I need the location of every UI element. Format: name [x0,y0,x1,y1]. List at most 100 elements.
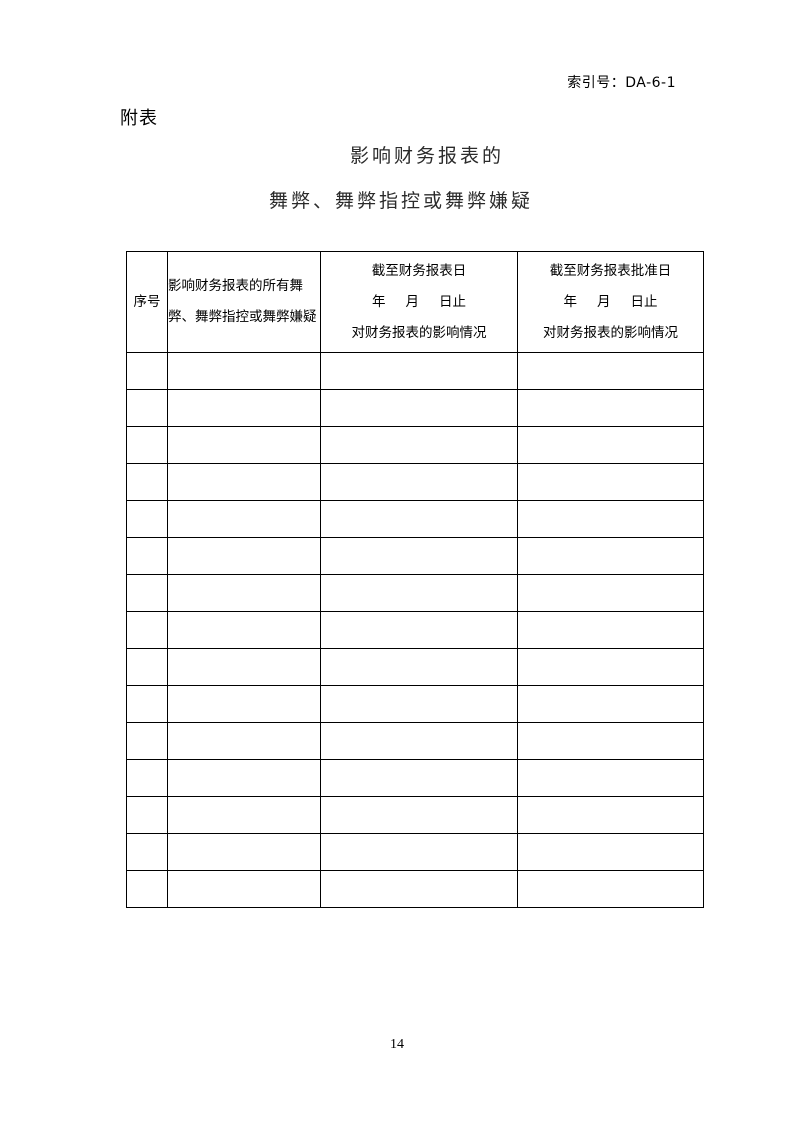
table-body [126,352,704,908]
table-row[interactable] [126,352,704,390]
cell-as-of-approval-date[interactable] [517,685,704,723]
cell-sequence[interactable] [126,389,168,427]
cell-as-of-statement-date[interactable] [320,870,518,908]
table-row[interactable] [126,611,704,649]
cell-as-of-statement-date[interactable] [320,500,518,538]
cell-description[interactable] [167,796,321,834]
cell-description[interactable] [167,389,321,427]
as-of-statement-date-title: 截至财务报表日 [371,262,467,279]
cell-as-of-approval-date[interactable] [517,796,704,834]
as-of-statement-date-blank-line: 年 月 日止 [321,287,517,318]
cell-description[interactable] [167,833,321,871]
table-row[interactable] [126,870,704,908]
cell-sequence[interactable] [126,611,168,649]
cell-as-of-statement-date[interactable] [320,833,518,871]
cell-as-of-statement-date[interactable] [320,389,518,427]
as-of-approval-date-effect-label: 对财务报表的影响情况 [543,324,678,341]
cell-as-of-statement-date[interactable] [320,463,518,501]
index-number: 索引号：DA-6-1 [567,75,676,91]
cell-as-of-approval-date[interactable] [517,759,704,797]
as-of-approval-date-month: 月 [597,293,611,310]
as-of-approval-date-day: 日止 [630,293,658,310]
cell-as-of-approval-date[interactable] [517,833,704,871]
table-row[interactable] [126,537,704,575]
table-row[interactable] [126,833,704,871]
table-row[interactable] [126,759,704,797]
cell-description[interactable] [167,759,321,797]
cell-as-of-statement-date[interactable] [320,685,518,723]
table-row[interactable] [126,648,704,686]
cell-description[interactable] [167,870,321,908]
table-row[interactable] [126,796,704,834]
cell-sequence[interactable] [126,796,168,834]
cell-sequence[interactable] [126,722,168,760]
table-row[interactable] [126,722,704,760]
cell-as-of-statement-date[interactable] [320,574,518,612]
cell-sequence[interactable] [126,574,168,612]
cell-as-of-statement-date[interactable] [320,759,518,797]
cell-description[interactable] [167,537,321,575]
as-of-statement-date-day: 日止 [439,293,466,310]
cell-description[interactable] [167,463,321,501]
page-title: 影响财务报表的 舞弊、舞弊指控或舞弊嫌疑 [0,144,794,215]
as-of-approval-date-blank-line: 年 月 日止 [518,287,703,318]
column-header-as-of-approval-date: 截至财务报表批准日 年 月 日止 对财务报表的影响情况 [517,251,704,353]
cell-sequence[interactable] [126,463,168,501]
cell-as-of-approval-date[interactable] [517,352,704,390]
as-of-statement-date-year: 年 [372,293,386,310]
as-of-approval-date-title: 截至财务报表批准日 [549,262,672,279]
as-of-statement-date-effect-label: 对财务报表的影响情况 [351,324,487,341]
cell-description[interactable] [167,352,321,390]
cell-as-of-statement-date[interactable] [320,352,518,390]
cell-description[interactable] [167,685,321,723]
cell-as-of-statement-date[interactable] [320,537,518,575]
cell-as-of-approval-date[interactable] [517,574,704,612]
cell-description[interactable] [167,722,321,760]
cell-as-of-approval-date[interactable] [517,648,704,686]
table-header-row: 序号 影响财务报表的所有舞弊、舞弊指控或舞弊嫌疑 截至财务报表日 年 月 日止 对财… [126,251,704,353]
column-header-as-of-statement-date: 截至财务报表日 年 月 日止 对财务报表的影响情况 [320,251,518,353]
table-row[interactable] [126,685,704,723]
cell-as-of-approval-date[interactable] [517,426,704,464]
cell-description[interactable] [167,648,321,686]
cell-as-of-statement-date[interactable] [320,648,518,686]
column-header-description: 影响财务报表的所有舞弊、舞弊指控或舞弊嫌疑 [167,251,321,353]
table-row[interactable] [126,500,704,538]
cell-as-of-approval-date[interactable] [517,500,704,538]
document-page: 索引号：DA-6-1 附表 影响财务报表的 舞弊、舞弊指控或舞弊嫌疑 序号 影响… [0,0,794,1123]
cell-description[interactable] [167,426,321,464]
attachment-label: 附表 [120,108,158,128]
fraud-disclosure-table: 序号 影响财务报表的所有舞弊、舞弊指控或舞弊嫌疑 截至财务报表日 年 月 日止 对财… [126,251,704,908]
cell-description[interactable] [167,500,321,538]
as-of-approval-date-year: 年 [563,293,578,310]
cell-sequence[interactable] [126,648,168,686]
cell-sequence[interactable] [126,685,168,723]
cell-as-of-approval-date[interactable] [517,611,704,649]
cell-as-of-statement-date[interactable] [320,611,518,649]
cell-sequence[interactable] [126,537,168,575]
cell-as-of-approval-date[interactable] [517,722,704,760]
cell-sequence[interactable] [126,833,168,871]
cell-as-of-statement-date[interactable] [320,796,518,834]
cell-sequence[interactable] [126,870,168,908]
cell-as-of-statement-date[interactable] [320,426,518,464]
cell-as-of-approval-date[interactable] [517,870,704,908]
cell-as-of-statement-date[interactable] [320,722,518,760]
column-header-sequence: 序号 [126,251,168,353]
table-row[interactable] [126,574,704,612]
page-number: 14 [390,1037,404,1052]
cell-as-of-approval-date[interactable] [517,463,704,501]
page-title-line-2: 舞弊、舞弊指控或舞弊嫌疑 [268,191,533,212]
cell-as-of-approval-date[interactable] [517,389,704,427]
cell-description[interactable] [167,574,321,612]
cell-description[interactable] [167,611,321,649]
as-of-statement-date-month: 月 [405,293,420,310]
cell-sequence[interactable] [126,500,168,538]
cell-sequence[interactable] [126,759,168,797]
table-row[interactable] [126,389,704,427]
cell-sequence[interactable] [126,426,168,464]
table-row[interactable] [126,426,704,464]
table-row[interactable] [126,463,704,501]
cell-as-of-approval-date[interactable] [517,537,704,575]
cell-sequence[interactable] [126,352,168,390]
